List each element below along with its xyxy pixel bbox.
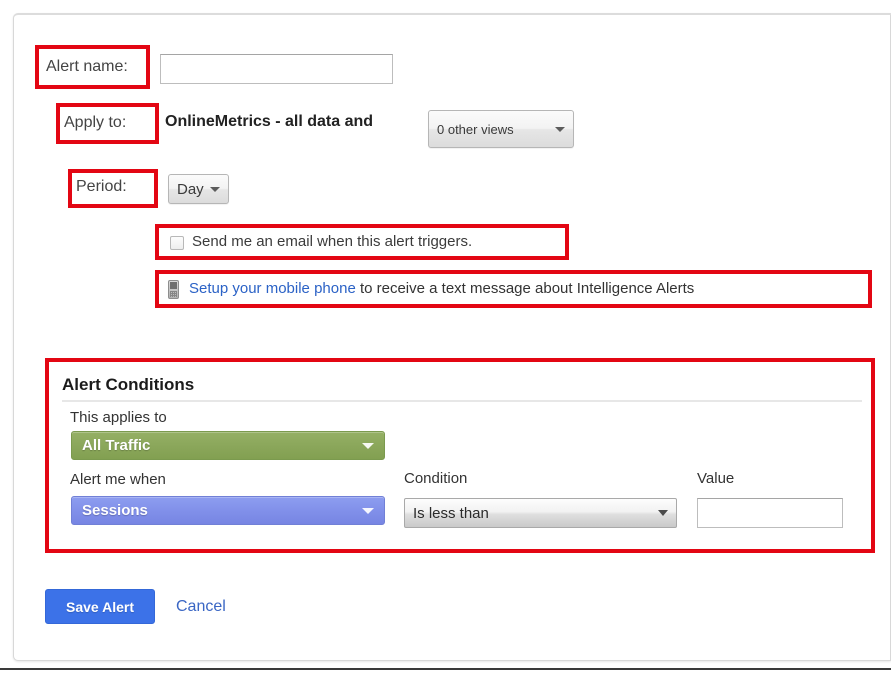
- value-input[interactable]: [697, 498, 843, 528]
- value-label: Value: [697, 470, 735, 487]
- other-views-select-label: 0 other views: [437, 121, 514, 137]
- other-views-select[interactable]: 0 other views: [428, 110, 574, 148]
- period-select[interactable]: Day: [168, 174, 229, 204]
- alert-name-label: Alert name:: [46, 58, 128, 75]
- condition-select[interactable]: Is less than: [404, 498, 677, 528]
- chevron-down-icon: [362, 442, 374, 449]
- setup-mobile-phone-link[interactable]: Setup your mobile phone: [189, 280, 356, 297]
- apply-to-profile-text: OnlineMetrics - all data and: [165, 113, 374, 130]
- metric-select-label: Sessions: [82, 502, 148, 519]
- apply-to-label: Apply to:: [64, 114, 127, 131]
- condition-label: Condition: [404, 470, 468, 487]
- chevron-down-icon: [210, 186, 220, 192]
- period-select-label: Day: [177, 180, 204, 198]
- alert-conditions-title: Alert Conditions: [62, 375, 195, 394]
- screenshot-root: Alert name: Apply to: OnlineMetrics - al…: [0, 0, 891, 679]
- chevron-down-icon: [658, 510, 668, 516]
- mobile-setup-text: Setup your mobile phone to receive a tex…: [189, 280, 694, 297]
- condition-select-label: Is less than: [413, 504, 489, 522]
- send-email-label: Send me an email when this alert trigger…: [192, 233, 473, 250]
- send-email-checkbox[interactable]: [170, 236, 184, 250]
- metric-select[interactable]: Sessions: [71, 496, 385, 525]
- chevron-down-icon: [555, 126, 565, 132]
- this-applies-to-label: This applies to: [70, 409, 167, 426]
- chevron-down-icon: [362, 507, 374, 514]
- applies-to-select[interactable]: All Traffic: [71, 431, 385, 460]
- period-label: Period:: [76, 178, 127, 195]
- alert-conditions-divider: [62, 400, 862, 402]
- save-alert-button[interactable]: Save Alert: [45, 589, 155, 624]
- applies-to-select-label: All Traffic: [82, 437, 151, 454]
- bottom-rule: [0, 668, 891, 670]
- cancel-link[interactable]: Cancel: [176, 598, 226, 616]
- mobile-setup-rest-text: to receive a text message about Intellig…: [355, 280, 695, 297]
- alert-name-input[interactable]: [160, 54, 393, 84]
- mobile-phone-icon: [168, 280, 179, 299]
- alert-me-when-label: Alert me when: [70, 471, 166, 488]
